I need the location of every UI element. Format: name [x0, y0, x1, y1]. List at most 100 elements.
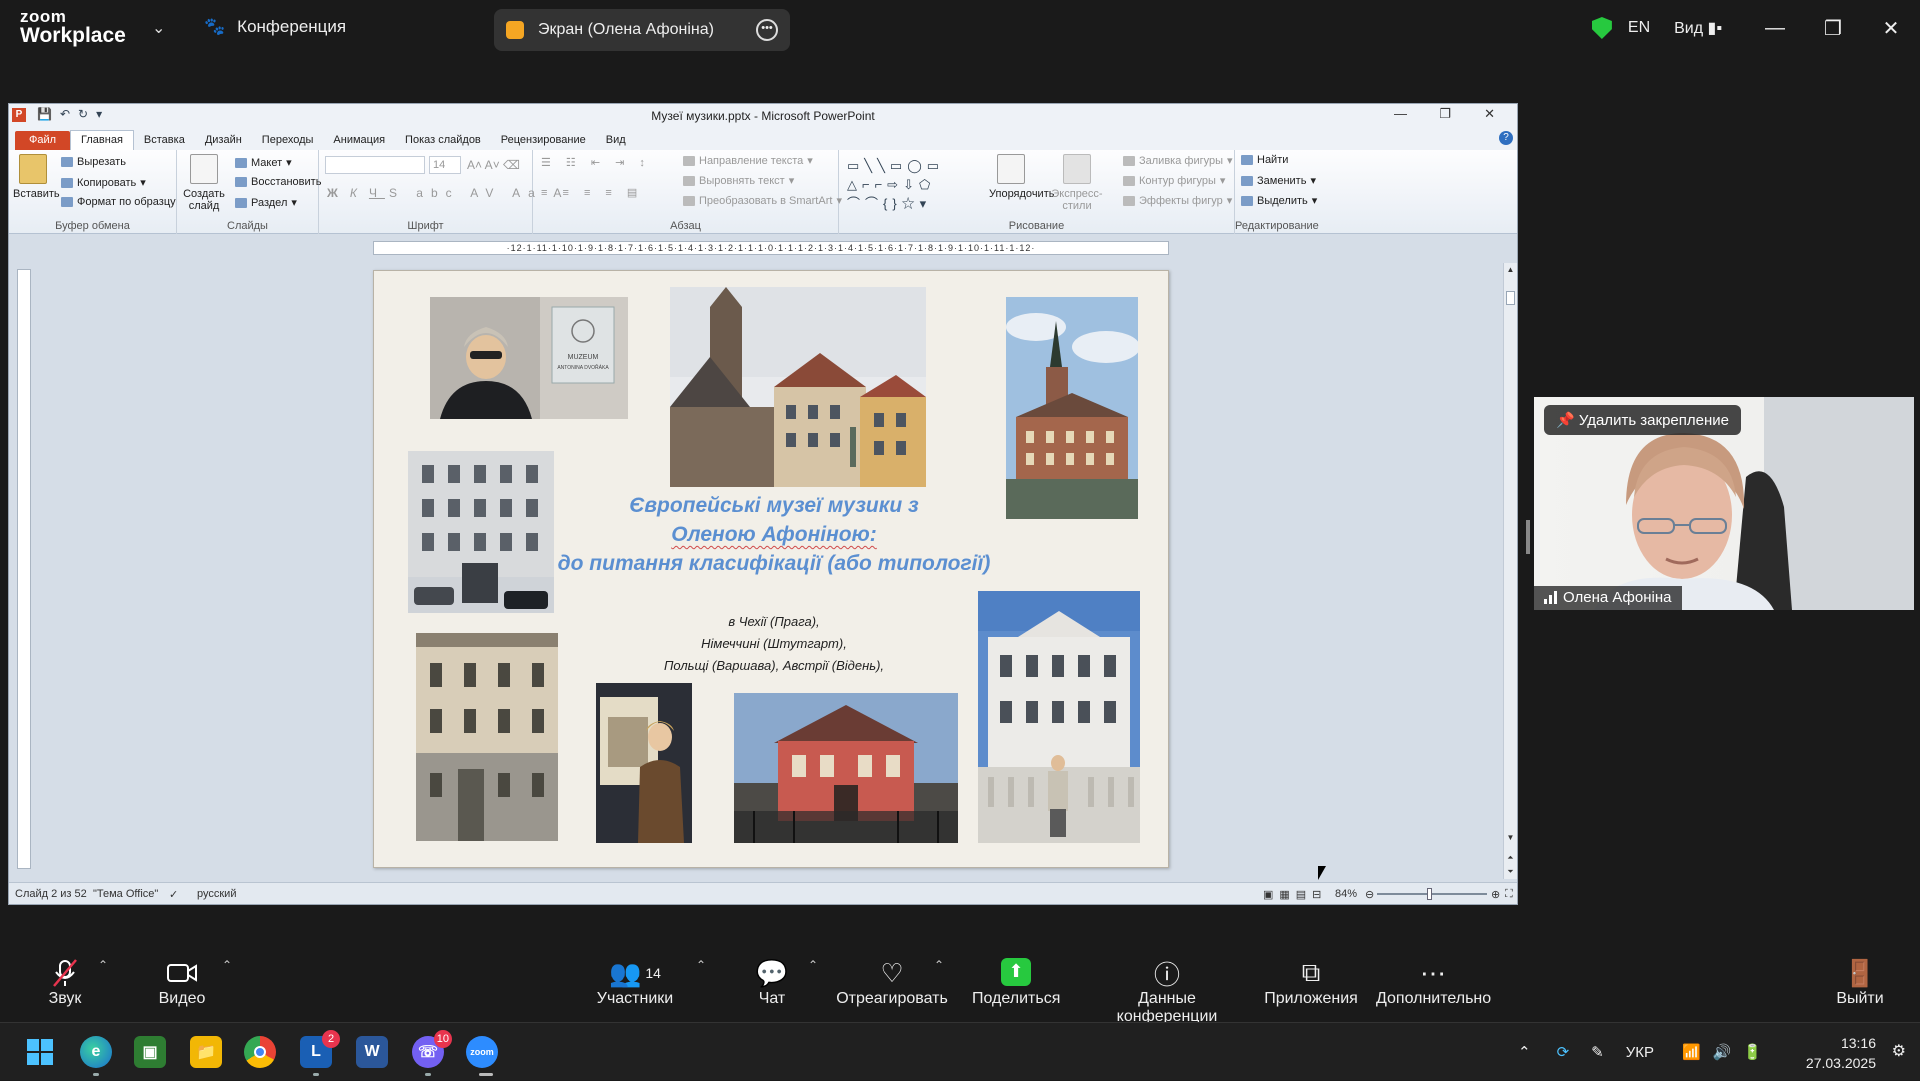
zoom-slider-thumb[interactable]: [1427, 888, 1432, 900]
tab-view[interactable]: Вид: [596, 131, 636, 150]
font-grow-shrink[interactable]: A˄ A˅ ⌫: [467, 158, 520, 172]
restore-icon[interactable]: ❐: [1804, 0, 1862, 56]
photo-dvorak-museum[interactable]: MUZEUM ANTONINA DVOŘÁKA: [430, 297, 628, 419]
smartart-button[interactable]: Преобразовать в SmartArt ▾: [683, 194, 842, 207]
slide-title[interactable]: Європейські музеї музики з Оленою Афонін…: [524, 491, 1024, 549]
shape-outline-button[interactable]: Контур фигуры ▾: [1123, 174, 1225, 187]
arrange-button[interactable]: Упорядочить: [989, 154, 1054, 200]
video-options-chevron[interactable]: ⌃: [222, 956, 232, 974]
notifications-icon[interactable]: ⚙: [1892, 1041, 1906, 1061]
close-icon[interactable]: ✕: [1862, 0, 1920, 56]
participants-options-chevron[interactable]: ⌃: [696, 956, 706, 974]
tab-animation[interactable]: Анимация: [323, 131, 395, 150]
security-shield-icon[interactable]: [1591, 17, 1612, 39]
more-button[interactable]: ⋯ Дополнительно: [1376, 956, 1491, 1008]
language-label[interactable]: EN: [1628, 19, 1650, 37]
text-direction-button[interactable]: Направление текста ▾: [683, 154, 813, 167]
viber-icon[interactable]: ☏ 10: [412, 1030, 452, 1068]
chevron-down-icon[interactable]: ⌄: [152, 18, 165, 38]
shape-fill-button[interactable]: Заливка фигуры ▾: [1123, 154, 1233, 167]
share-button[interactable]: ⬆ Поделиться: [972, 956, 1060, 1008]
language-status[interactable]: русский: [197, 888, 236, 900]
photo-prague-tower[interactable]: [1006, 297, 1138, 519]
tab-insert[interactable]: Вставка: [134, 131, 195, 150]
tab-home[interactable]: Главная: [70, 130, 134, 150]
vertical-scrollbar[interactable]: ▲ ▼ ⏶ ⏷: [1503, 263, 1517, 879]
share-screen-pill[interactable]: Экран (Олена Афоніна) •••: [494, 9, 790, 51]
help-icon[interactable]: ?: [1499, 131, 1513, 145]
participants-button[interactable]: 👥 14 Участники: [596, 956, 674, 1008]
cut-button[interactable]: Вырезать: [61, 156, 126, 168]
reset-button[interactable]: Восстановить: [235, 176, 321, 188]
more-options-icon[interactable]: •••: [756, 19, 778, 41]
prev-slide-icon[interactable]: ⏶: [1504, 853, 1517, 863]
scroll-thumb[interactable]: [1506, 291, 1515, 305]
ppt-restore-icon[interactable]: ❐: [1439, 106, 1451, 122]
select-button[interactable]: Выделить ▾: [1241, 194, 1317, 207]
scroll-down-icon[interactable]: ▼: [1504, 833, 1517, 842]
next-slide-icon[interactable]: ⏷: [1504, 867, 1517, 877]
chat-button[interactable]: 💬 Чат: [752, 956, 792, 1008]
new-slide-button[interactable]: Создать слайд: [183, 154, 225, 212]
pen-icon[interactable]: ✎: [1591, 1043, 1604, 1061]
apps-button[interactable]: ⧉ Приложения: [1264, 956, 1358, 1008]
conference-info-button[interactable]: ⓘ Данные конференции: [1088, 956, 1246, 1026]
sync-icon[interactable]: ⟳: [1557, 1043, 1570, 1061]
audio-options-chevron[interactable]: ⌃: [98, 956, 108, 974]
wifi-icon[interactable]: 📶: [1682, 1043, 1701, 1061]
format-painter-button[interactable]: Формат по образцу: [61, 196, 176, 208]
panel-resize-handle[interactable]: [1526, 520, 1530, 554]
view-menu[interactable]: Вид ▮▪: [1674, 18, 1722, 38]
chat-options-chevron[interactable]: ⌃: [808, 956, 818, 974]
file-explorer-icon[interactable]: 📁: [190, 1036, 222, 1068]
react-button[interactable]: ♡ Отреагировать: [836, 956, 948, 1008]
list-buttons[interactable]: ☰ ☷ ⇤ ⇥ ↕: [541, 156, 651, 169]
font-name-input[interactable]: [325, 156, 425, 174]
word-icon[interactable]: W: [356, 1036, 388, 1068]
quick-styles-button[interactable]: Экспресс-стили: [1041, 154, 1113, 212]
zoom-slider[interactable]: [1377, 888, 1487, 900]
photo-red-palace[interactable]: [734, 693, 958, 843]
slide-subtitle[interactable]: до питання класифікації (або типології): [454, 549, 1094, 578]
current-slide[interactable]: MUZEUM ANTONINA DVOŘÁKA Європейські музе…: [373, 270, 1169, 868]
taskbar-clock[interactable]: 13:16 27.03.2025: [1806, 1033, 1876, 1073]
slide-country-list[interactable]: в Чехії (Прага), Німеччині (Штутгарт), П…: [574, 611, 974, 677]
replace-button[interactable]: Заменить ▾: [1241, 174, 1316, 187]
shapes-gallery[interactable]: ▭╲╲▭◯▭ △⌐⌐⇨⇩⬠ ⌒⌒{}☆▾: [847, 156, 967, 213]
find-button[interactable]: Найти: [1241, 154, 1288, 166]
photo-chopin-palace[interactable]: [978, 591, 1140, 843]
font-size-input[interactable]: 14: [429, 156, 461, 174]
tab-transitions[interactable]: Переходы: [252, 131, 324, 150]
video-button[interactable]: Видео: [156, 956, 208, 1008]
conference-menu[interactable]: 🐾 Конференция: [204, 17, 346, 37]
unpin-button[interactable]: 📌 Удалить закрепление: [1544, 405, 1741, 435]
align-text-button[interactable]: Выровнять текст ▾: [683, 174, 794, 187]
view-buttons[interactable]: ▣▦▤⊟: [1263, 888, 1327, 901]
edge-icon[interactable]: e: [80, 1036, 112, 1068]
keyboard-language[interactable]: УКР: [1626, 1044, 1654, 1061]
scroll-up-icon[interactable]: ▲: [1504, 265, 1517, 274]
tab-slideshow[interactable]: Показ слайдов: [395, 131, 491, 150]
windows-start-icon[interactable]: [24, 1036, 56, 1068]
shape-effects-button[interactable]: Эффекты фигур ▾: [1123, 194, 1232, 207]
align-buttons[interactable]: ≡ ≡ ≡ ≡ ▤: [541, 186, 643, 199]
spellcheck-icon[interactable]: ✓: [169, 888, 178, 901]
minimize-icon[interactable]: —: [1746, 0, 1804, 56]
lync-icon[interactable]: L2: [300, 1030, 340, 1068]
zoom-out-icon[interactable]: ⊖: [1365, 888, 1374, 901]
participant-video-tile[interactable]: 📌 Удалить закрепление Олена Афоніна: [1534, 397, 1914, 610]
tab-design[interactable]: Дизайн: [195, 131, 252, 150]
ppt-minimize-icon[interactable]: —: [1394, 106, 1407, 121]
tab-review[interactable]: Рецензирование: [491, 131, 596, 150]
chrome-icon[interactable]: [244, 1036, 276, 1068]
tab-file[interactable]: Файл: [15, 131, 71, 150]
tray-overflow-icon[interactable]: ⌃: [1518, 1043, 1531, 1061]
leave-button[interactable]: 🚪 Выйти: [1836, 956, 1884, 1008]
react-options-chevron[interactable]: ⌃: [934, 956, 944, 974]
paste-button[interactable]: Вставить: [13, 154, 60, 200]
photo-stuttgart-church[interactable]: [670, 287, 926, 487]
zoom-in-icon[interactable]: ⊕: [1491, 888, 1500, 901]
section-button[interactable]: Раздел ▾: [235, 196, 297, 209]
photo-warsaw-building[interactable]: [416, 633, 558, 841]
volume-icon[interactable]: 🔊: [1713, 1043, 1732, 1061]
